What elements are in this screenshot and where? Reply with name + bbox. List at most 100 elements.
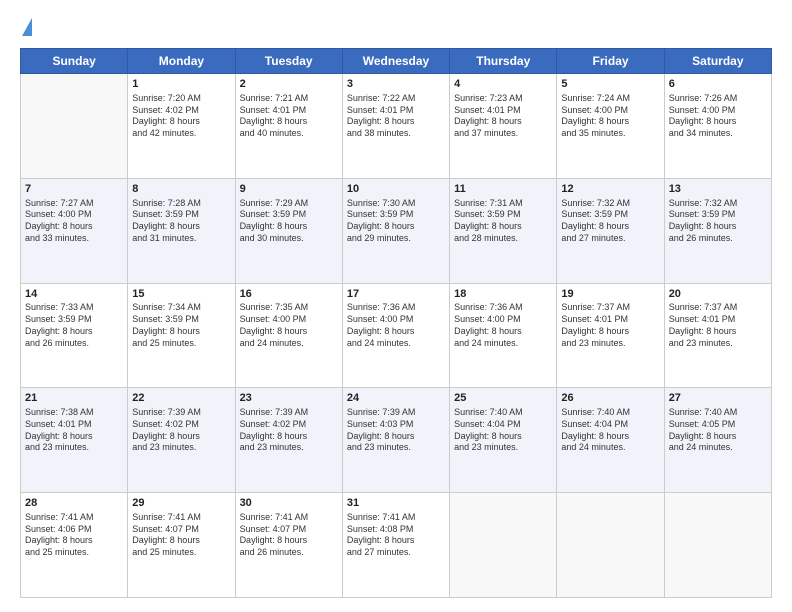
day-info: Daylight: 8 hours	[347, 431, 445, 443]
day-info: Daylight: 8 hours	[240, 535, 338, 547]
day-info: Daylight: 8 hours	[669, 326, 767, 338]
calendar-cell	[450, 493, 557, 598]
day-number: 25	[454, 391, 552, 406]
day-info: and 25 minutes.	[25, 547, 123, 559]
day-info: Sunset: 4:01 PM	[454, 105, 552, 117]
calendar-cell: 2Sunrise: 7:21 AMSunset: 4:01 PMDaylight…	[235, 74, 342, 179]
day-info: and 24 minutes.	[561, 442, 659, 454]
logo-icon	[22, 18, 32, 36]
day-info: Sunset: 4:03 PM	[347, 419, 445, 431]
day-info: Sunrise: 7:37 AM	[669, 302, 767, 314]
day-info: Sunset: 3:59 PM	[240, 209, 338, 221]
day-info: Sunset: 4:01 PM	[561, 314, 659, 326]
calendar-cell: 6Sunrise: 7:26 AMSunset: 4:00 PMDaylight…	[664, 74, 771, 179]
calendar-cell: 4Sunrise: 7:23 AMSunset: 4:01 PMDaylight…	[450, 74, 557, 179]
day-number: 18	[454, 287, 552, 302]
calendar-cell: 8Sunrise: 7:28 AMSunset: 3:59 PMDaylight…	[128, 178, 235, 283]
day-info: Sunset: 4:02 PM	[132, 105, 230, 117]
day-info: Sunrise: 7:39 AM	[132, 407, 230, 419]
day-info: Sunset: 4:00 PM	[25, 209, 123, 221]
calendar-cell: 23Sunrise: 7:39 AMSunset: 4:02 PMDayligh…	[235, 388, 342, 493]
day-info: Sunrise: 7:39 AM	[347, 407, 445, 419]
calendar-cell	[21, 74, 128, 179]
day-info: Sunrise: 7:22 AM	[347, 93, 445, 105]
day-number: 26	[561, 391, 659, 406]
day-info: Daylight: 8 hours	[132, 535, 230, 547]
day-header-thursday: Thursday	[450, 49, 557, 74]
day-info: and 27 minutes.	[347, 547, 445, 559]
day-info: Sunrise: 7:34 AM	[132, 302, 230, 314]
day-info: Daylight: 8 hours	[240, 116, 338, 128]
day-info: and 35 minutes.	[561, 128, 659, 140]
day-info: and 34 minutes.	[669, 128, 767, 140]
day-number: 2	[240, 77, 338, 92]
day-number: 6	[669, 77, 767, 92]
day-info: Sunset: 3:59 PM	[132, 209, 230, 221]
day-info: Daylight: 8 hours	[25, 431, 123, 443]
calendar-cell: 24Sunrise: 7:39 AMSunset: 4:03 PMDayligh…	[342, 388, 449, 493]
calendar-week-5: 28Sunrise: 7:41 AMSunset: 4:06 PMDayligh…	[21, 493, 772, 598]
calendar-cell: 14Sunrise: 7:33 AMSunset: 3:59 PMDayligh…	[21, 283, 128, 388]
day-info: Sunset: 3:59 PM	[25, 314, 123, 326]
day-header-sunday: Sunday	[21, 49, 128, 74]
day-info: and 42 minutes.	[132, 128, 230, 140]
day-info: Sunset: 4:00 PM	[240, 314, 338, 326]
day-info: and 33 minutes.	[25, 233, 123, 245]
calendar-cell: 7Sunrise: 7:27 AMSunset: 4:00 PMDaylight…	[21, 178, 128, 283]
day-info: Daylight: 8 hours	[454, 326, 552, 338]
day-info: Daylight: 8 hours	[132, 116, 230, 128]
day-info: Daylight: 8 hours	[25, 535, 123, 547]
calendar-header-row: SundayMondayTuesdayWednesdayThursdayFrid…	[21, 49, 772, 74]
day-info: and 37 minutes.	[454, 128, 552, 140]
day-info: Sunrise: 7:28 AM	[132, 198, 230, 210]
day-info: Sunset: 4:00 PM	[561, 105, 659, 117]
day-number: 10	[347, 182, 445, 197]
day-info: Sunrise: 7:41 AM	[347, 512, 445, 524]
calendar-week-4: 21Sunrise: 7:38 AMSunset: 4:01 PMDayligh…	[21, 388, 772, 493]
day-info: Sunrise: 7:29 AM	[240, 198, 338, 210]
calendar-cell: 19Sunrise: 7:37 AMSunset: 4:01 PMDayligh…	[557, 283, 664, 388]
day-info: Sunset: 3:59 PM	[669, 209, 767, 221]
day-number: 30	[240, 496, 338, 511]
day-number: 22	[132, 391, 230, 406]
day-info: and 23 minutes.	[454, 442, 552, 454]
day-info: and 23 minutes.	[561, 338, 659, 350]
day-info: Daylight: 8 hours	[132, 326, 230, 338]
day-info: Sunset: 4:04 PM	[561, 419, 659, 431]
day-number: 9	[240, 182, 338, 197]
day-info: Sunrise: 7:40 AM	[669, 407, 767, 419]
day-info: and 38 minutes.	[347, 128, 445, 140]
day-number: 27	[669, 391, 767, 406]
day-info: Sunset: 4:01 PM	[240, 105, 338, 117]
day-info: Sunrise: 7:35 AM	[240, 302, 338, 314]
day-info: Sunrise: 7:40 AM	[561, 407, 659, 419]
day-info: and 29 minutes.	[347, 233, 445, 245]
day-number: 15	[132, 287, 230, 302]
day-number: 12	[561, 182, 659, 197]
day-number: 8	[132, 182, 230, 197]
day-info: Daylight: 8 hours	[347, 535, 445, 547]
day-info: and 28 minutes.	[454, 233, 552, 245]
calendar-cell: 12Sunrise: 7:32 AMSunset: 3:59 PMDayligh…	[557, 178, 664, 283]
day-number: 19	[561, 287, 659, 302]
day-number: 3	[347, 77, 445, 92]
day-number: 28	[25, 496, 123, 511]
day-info: and 24 minutes.	[347, 338, 445, 350]
header	[20, 18, 772, 38]
day-info: Sunrise: 7:41 AM	[132, 512, 230, 524]
calendar-week-3: 14Sunrise: 7:33 AMSunset: 3:59 PMDayligh…	[21, 283, 772, 388]
day-info: Daylight: 8 hours	[132, 221, 230, 233]
day-info: and 26 minutes.	[240, 547, 338, 559]
day-info: Sunset: 3:59 PM	[132, 314, 230, 326]
day-number: 29	[132, 496, 230, 511]
day-info: Sunset: 4:00 PM	[347, 314, 445, 326]
calendar-cell: 17Sunrise: 7:36 AMSunset: 4:00 PMDayligh…	[342, 283, 449, 388]
day-info: and 23 minutes.	[347, 442, 445, 454]
day-info: Sunrise: 7:21 AM	[240, 93, 338, 105]
day-info: Sunrise: 7:36 AM	[454, 302, 552, 314]
day-info: and 24 minutes.	[240, 338, 338, 350]
calendar-week-1: 1Sunrise: 7:20 AMSunset: 4:02 PMDaylight…	[21, 74, 772, 179]
calendar-cell	[664, 493, 771, 598]
calendar-cell: 25Sunrise: 7:40 AMSunset: 4:04 PMDayligh…	[450, 388, 557, 493]
day-info: Daylight: 8 hours	[669, 116, 767, 128]
